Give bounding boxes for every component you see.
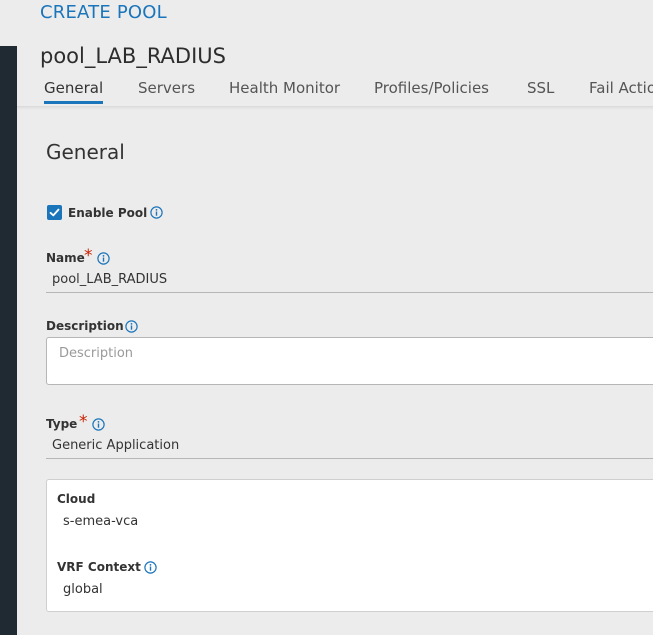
type-select-underline bbox=[46, 458, 653, 459]
name-label: Name bbox=[46, 251, 85, 265]
cloud-value: s-emea-vca bbox=[63, 514, 139, 529]
cloud-label: Cloud bbox=[57, 492, 96, 506]
section-title: General bbox=[46, 140, 125, 164]
tab-profiles-policies[interactable]: Profiles/Policies bbox=[374, 79, 489, 104]
tab-servers[interactable]: Servers bbox=[138, 79, 195, 104]
info-circle-icon[interactable] bbox=[144, 561, 157, 574]
tab-fail-action[interactable]: Fail Actio bbox=[589, 79, 653, 104]
info-circle-icon[interactable] bbox=[97, 252, 110, 265]
tab-bar-shadow bbox=[17, 106, 653, 110]
tab-ssl[interactable]: SSL bbox=[527, 79, 554, 104]
tab-bar: General Servers Health Monitor Profiles/… bbox=[17, 79, 653, 107]
info-circle-icon[interactable] bbox=[92, 418, 105, 431]
info-circle-icon[interactable] bbox=[125, 320, 138, 333]
checkmark-icon bbox=[49, 208, 60, 217]
name-input[interactable]: pool_LAB_RADIUS bbox=[52, 272, 167, 287]
name-input-underline bbox=[46, 292, 653, 293]
type-required-asterisk: * bbox=[79, 412, 88, 432]
vrf-context-value: global bbox=[63, 582, 103, 597]
enable-pool-label: Enable Pool bbox=[68, 206, 148, 220]
tab-general[interactable]: General bbox=[44, 79, 104, 104]
object-name-heading: pool_LAB_RADIUS bbox=[40, 44, 226, 68]
description-label: Description bbox=[46, 319, 124, 333]
left-nav-bar bbox=[0, 46, 17, 635]
description-textarea[interactable] bbox=[46, 337, 653, 385]
type-select[interactable]: Generic Application bbox=[52, 438, 179, 453]
tab-health-monitor[interactable]: Health Monitor bbox=[229, 79, 340, 104]
info-circle-icon[interactable] bbox=[150, 206, 163, 219]
cloud-vrf-panel bbox=[46, 479, 653, 612]
vrf-context-label: VRF Context bbox=[57, 560, 141, 574]
name-required-asterisk: * bbox=[84, 246, 93, 266]
enable-pool-checkbox[interactable] bbox=[47, 205, 62, 220]
type-label: Type bbox=[46, 417, 78, 431]
modal-title: CREATE POOL bbox=[40, 2, 167, 23]
